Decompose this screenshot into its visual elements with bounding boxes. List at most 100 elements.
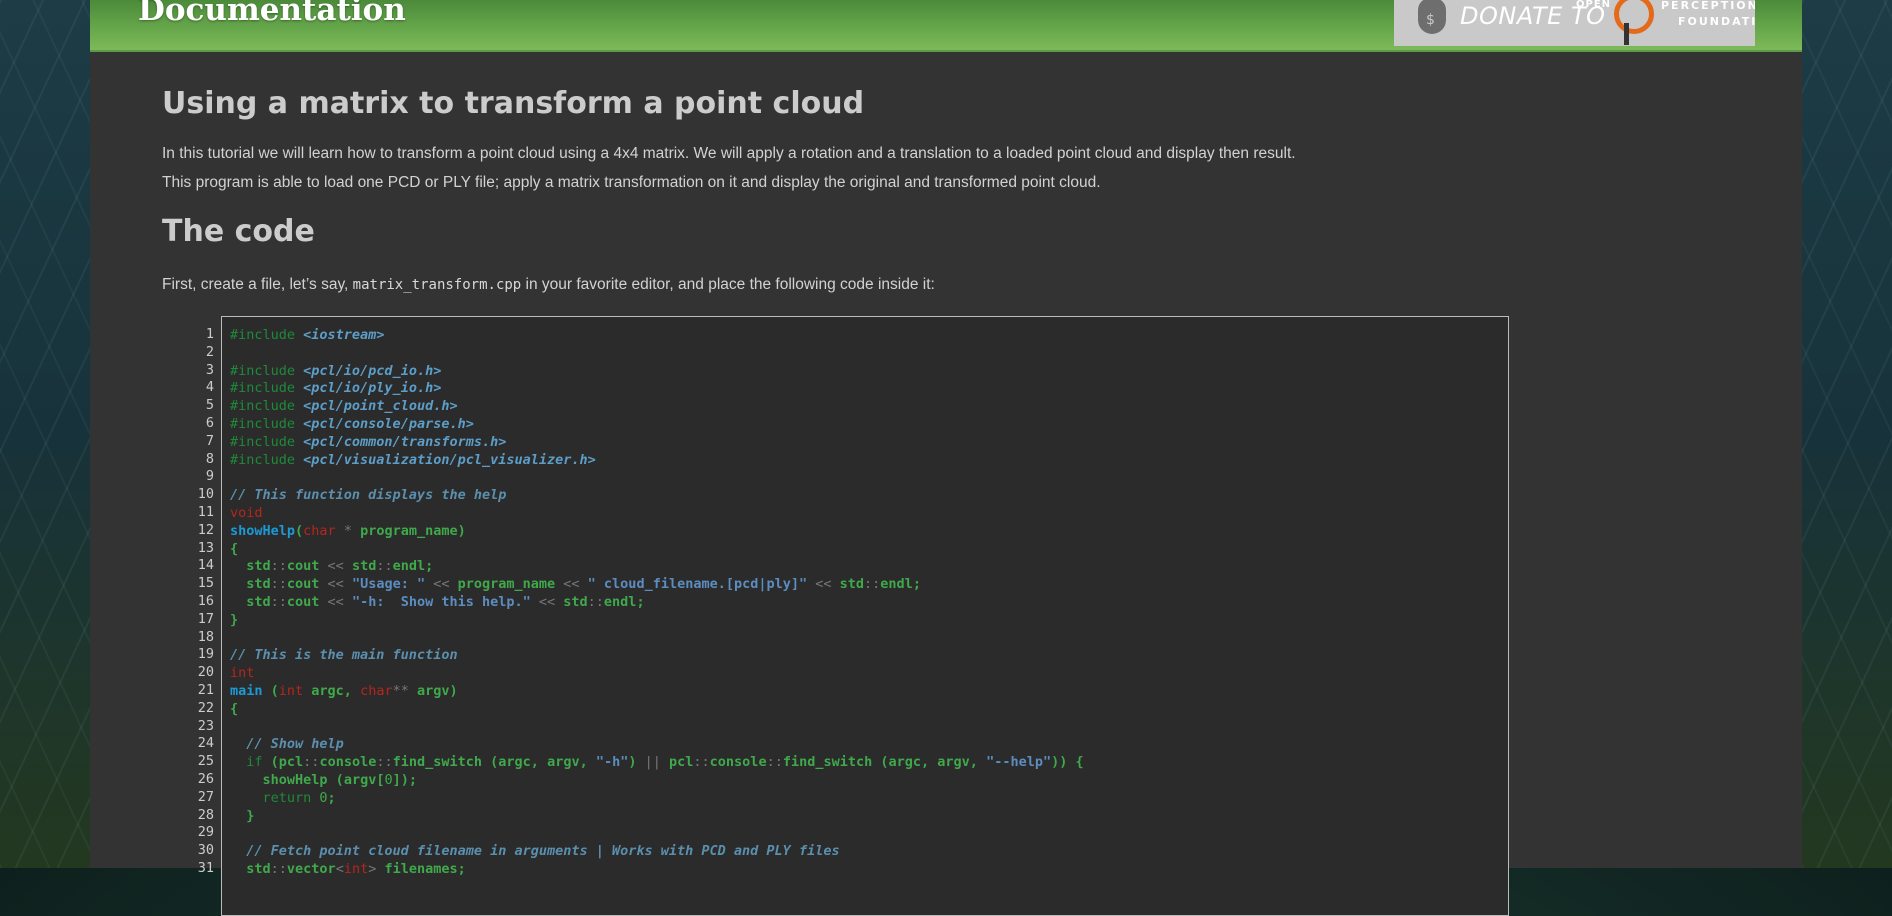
code-token: endl: [880, 576, 913, 593]
line-number: 30: [197, 842, 214, 859]
code-token: <pcl/point_cloud.h>: [303, 398, 458, 415]
code-line: if (pcl::console::find_switch (argc, arg…: [230, 754, 1084, 772]
code-token: pcl: [278, 754, 304, 771]
line-number: 24: [197, 735, 214, 752]
line-number: 23: [197, 717, 214, 734]
code-line: // This function displays the help: [230, 487, 1084, 505]
line-number: 28: [197, 806, 214, 823]
code-line: void: [230, 505, 1084, 523]
code-line: #include <pcl/point_cloud.h>: [230, 398, 1084, 416]
code-token: // This function displays the help: [230, 487, 507, 504]
line-number: 16: [197, 592, 214, 609]
code-line: #include <iostream>: [230, 327, 1084, 345]
code-token: #include: [230, 362, 304, 379]
code-token: (: [270, 682, 279, 699]
code-token: ::: [270, 860, 287, 877]
code-token: pcl: [669, 754, 694, 771]
code-line: #include <pcl/visualization/pcl_visualiz…: [230, 452, 1084, 470]
code-line: std::cout << std::endl;: [230, 558, 1084, 576]
code-token: ;: [425, 558, 434, 575]
code-token: )) {: [1051, 754, 1084, 771]
code-token: // Fetch point cloud filename in argumen…: [230, 843, 840, 860]
code-line: // Show help: [230, 736, 1084, 754]
line-number: 2: [205, 343, 214, 360]
line-numbers: 1 2 3 4 5 6 7 8 9 10 11 12 13 14 15 16 17 18 19 20 21 22 23 24 2…: [162, 326, 214, 878]
background-right: [1802, 0, 1892, 868]
code-token: find_switch: [392, 754, 491, 771]
line-number: 6: [205, 414, 214, 431]
code-token: <pcl/console/parse.h>: [303, 415, 474, 432]
code-token: *: [335, 522, 361, 539]
code-token: " cloud_filename.[pcd|ply]": [587, 576, 808, 593]
header-title[interactable]: Documentation: [138, 0, 406, 28]
code-line: {: [230, 541, 1084, 559]
code-token: <pcl/io/pcd_io.h>: [303, 362, 442, 379]
line-number: 17: [197, 610, 214, 627]
line-number: 22: [197, 699, 214, 716]
code-token: #include: [230, 398, 304, 415]
code-token: endl: [392, 558, 426, 575]
section-text-before: First, create a file, let’s say,: [162, 276, 353, 293]
code-line: main (int argc, char** argv): [230, 683, 1084, 701]
line-number: 12: [197, 521, 214, 538]
money-bag-icon: [1418, 0, 1446, 34]
section-text-after: in your favorite editor, and place the f…: [521, 276, 935, 293]
code-token: <pcl/visualization/pcl_visualizer.h>: [303, 451, 596, 468]
code-token: ::: [303, 754, 320, 771]
line-number: 19: [197, 646, 214, 663]
code-token: argv: [343, 771, 377, 788]
code-token: endl: [603, 593, 637, 610]
site-header: Documentation DONATE TO OPEN PERCEPTION …: [90, 0, 1802, 52]
code-token: <<: [327, 593, 352, 610]
code-token: "--help": [986, 754, 1052, 771]
code-token: "-h": [595, 754, 629, 771]
code-token: cout: [286, 576, 328, 593]
code-token: return: [230, 789, 320, 806]
code-token: argc,: [303, 682, 361, 699]
code-token: {: [230, 700, 239, 717]
code-box[interactable]: #include <iostream> #include <pcl/io/pcd…: [221, 316, 1509, 916]
code-token: {: [230, 540, 239, 557]
intro-paragraph-1: In this tutorial we will learn how to tr…: [162, 145, 1296, 162]
code-token: <pcl/io/ply_io.h>: [303, 380, 442, 397]
code-token: <pcl/common/transforms.h>: [303, 433, 507, 450]
code-token: #include: [230, 415, 304, 432]
code-token: <<: [327, 558, 352, 575]
code-token: <<: [425, 576, 458, 593]
code-token: std: [230, 860, 271, 877]
code-token: std: [230, 576, 271, 593]
code-token: ::: [587, 593, 604, 610]
code-token: (: [880, 754, 889, 771]
code-token: ): [628, 754, 645, 771]
code-token: ;: [912, 576, 921, 593]
code-line: // Fetch point cloud filename in argumen…: [230, 843, 1084, 861]
code-line: std::cout << "Usage: " << program_name <…: [230, 576, 1084, 594]
code-token: program_name: [360, 522, 458, 539]
line-number: 25: [197, 753, 214, 770]
code-token: program_name: [457, 576, 564, 593]
code-token: ]);: [392, 771, 417, 788]
code-line: return 0;: [230, 790, 1084, 808]
code-token: ;: [327, 789, 336, 806]
line-number: 3: [205, 361, 214, 378]
code-line: std::vector<int> filenames;: [230, 861, 1084, 879]
code-token: // This is the main function: [230, 647, 458, 664]
code-line: }: [230, 808, 1084, 826]
code-token: "Usage: ": [351, 576, 426, 593]
code-token: int: [343, 860, 369, 877]
code-line: }: [230, 612, 1084, 630]
section-paragraph: First, create a file, let’s say, matrix_…: [162, 276, 935, 294]
code-token: char: [360, 682, 393, 699]
donate-foundation-label: FOUNDATION: [1678, 15, 1755, 28]
code-token: std: [839, 576, 865, 593]
code-line: #include <pcl/console/parse.h>: [230, 416, 1084, 434]
donate-banner[interactable]: DONATE TO OPEN PERCEPTION FOUNDATION: [1394, 0, 1755, 46]
code-token: // Show help: [230, 736, 344, 753]
code-line: #include <pcl/common/transforms.h>: [230, 434, 1084, 452]
code-token: argv: [416, 682, 450, 699]
code-token: <<: [807, 576, 840, 593]
code-token: **: [392, 682, 417, 699]
